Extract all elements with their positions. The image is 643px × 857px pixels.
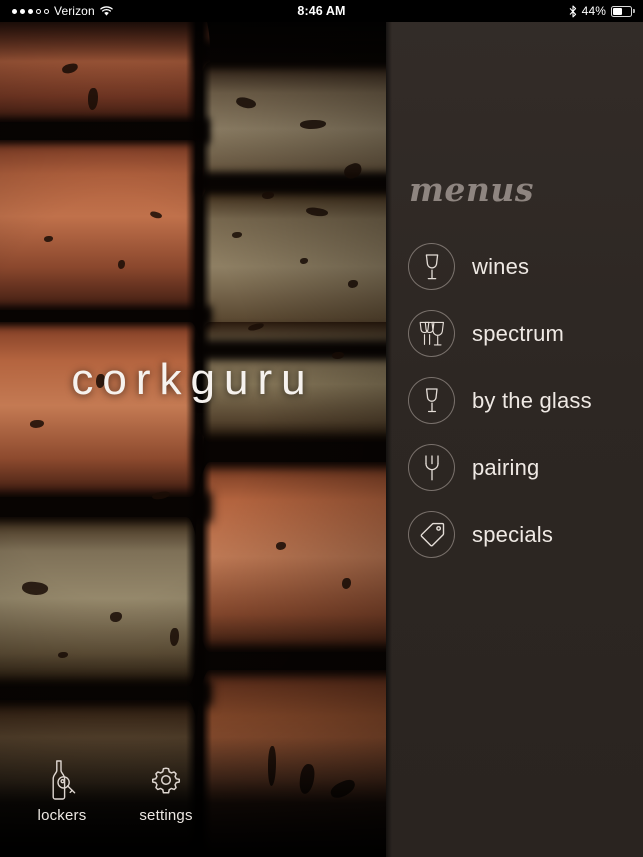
menu-item-wines[interactable]: wines (386, 233, 643, 300)
bottom-toolbar: lockers settings (0, 759, 386, 839)
menu-item-pairing[interactable]: pairing (386, 434, 643, 501)
fork-icon (408, 444, 455, 491)
status-bar: Verizon 8:46 AM 44% (0, 0, 643, 22)
status-bar-right: 44% (569, 4, 635, 18)
menu-item-label: pairing (472, 454, 540, 480)
menu-item-label: specials (472, 521, 554, 547)
wine-glass-icon (408, 377, 455, 424)
photo-vignette (0, 22, 386, 857)
bluetooth-icon (569, 4, 577, 18)
bottle-key-icon (43, 759, 81, 801)
settings-label: settings (139, 807, 193, 824)
background-photo (0, 22, 386, 857)
battery-icon (611, 5, 635, 17)
menu-item-label: wines (472, 253, 530, 279)
panel-title: menus (409, 170, 534, 209)
menu-item-by-the-glass[interactable]: by the glass (386, 367, 643, 434)
three-wine-glasses-icon (408, 310, 455, 357)
gear-icon (150, 759, 182, 801)
menu-list: wines spectrum by the glass pairing spec… (386, 233, 643, 568)
price-tag-icon (408, 511, 455, 558)
app-root: Verizon 8:46 AM 44% corkguru lockers set… (0, 0, 643, 857)
menu-item-spectrum[interactable]: spectrum (386, 300, 643, 367)
menu-item-label: spectrum (472, 320, 565, 346)
app-logo: corkguru (71, 355, 315, 404)
wine-glass-icon (408, 243, 455, 290)
menus-panel: menus wines spectrum by the glass pairin… (386, 0, 643, 857)
menu-item-label: by the glass (472, 387, 592, 413)
menu-item-specials[interactable]: specials (386, 501, 643, 568)
photo-top-shade (0, 22, 386, 62)
settings-button[interactable]: settings (128, 759, 204, 824)
lockers-label: lockers (37, 807, 87, 824)
lockers-button[interactable]: lockers (24, 759, 100, 824)
clock: 8:46 AM (297, 4, 346, 18)
battery-percent-label: 44% (581, 4, 606, 18)
